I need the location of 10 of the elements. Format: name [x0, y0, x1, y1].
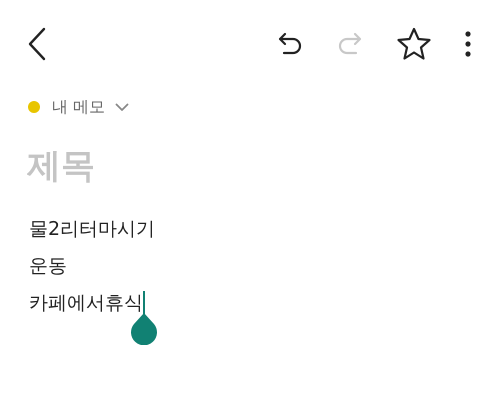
cursor-handle-icon[interactable]	[129, 312, 159, 344]
text-cursor	[143, 290, 145, 314]
chevron-down-icon[interactable]	[115, 102, 130, 112]
note-line: 운동	[29, 254, 67, 278]
back-button[interactable]	[26, 27, 48, 61]
note-line: 물2리터마시기	[29, 216, 156, 242]
favorite-button[interactable]	[396, 27, 432, 61]
note-line: 카페에서휴식	[29, 290, 143, 316]
more-button[interactable]	[464, 30, 472, 58]
folder-label[interactable]: 내 메모	[52, 96, 106, 118]
